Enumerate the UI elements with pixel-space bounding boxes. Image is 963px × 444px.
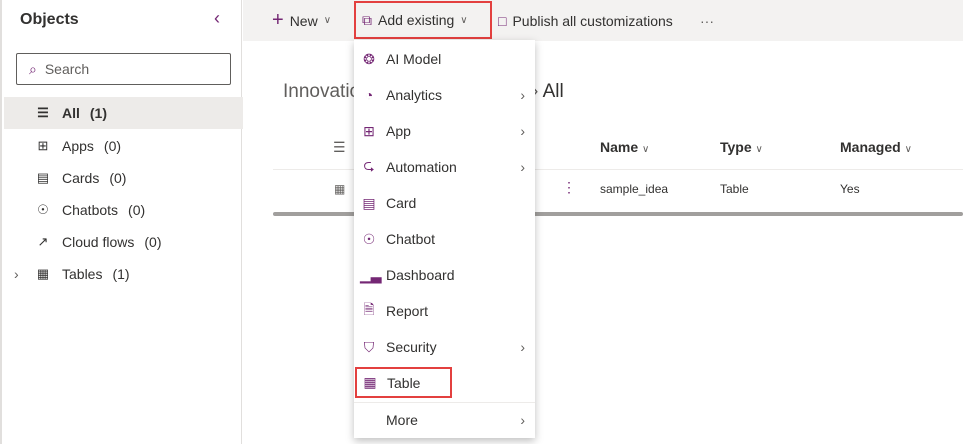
chevron-down-icon: ∨ xyxy=(323,15,332,26)
sidebar-item-tables[interactable]: › ▦ Tables (1) xyxy=(4,258,243,290)
cell-managed: Yes xyxy=(840,182,860,196)
sidebar-item-all[interactable]: ☰ All (1) xyxy=(4,97,243,129)
chevron-right-icon: › xyxy=(520,412,525,428)
plus-icon: + xyxy=(272,9,284,31)
chevron-right-icon: › xyxy=(520,123,525,139)
breadcrumb-solution[interactable]: Innovatio xyxy=(283,81,360,103)
menu-item-table[interactable]: ▦ Table xyxy=(355,367,452,398)
card-icon: ▤ xyxy=(362,194,376,211)
menu-item-report[interactable]: 🗎 Report xyxy=(354,293,535,329)
publish-button[interactable]: □ Publish all customizations xyxy=(498,0,673,41)
expand-chevron-icon[interactable]: › xyxy=(14,266,19,282)
sidebar-item-cards[interactable]: ▤ Cards (0) xyxy=(4,162,243,194)
menu-item-automation[interactable]: ⮎ Automation › xyxy=(354,149,535,185)
table-icon: ▦ xyxy=(36,266,50,281)
sidebar-item-cloud-flows[interactable]: ↗ Cloud flows (0) xyxy=(4,226,243,258)
column-header-managed[interactable]: Managed ∨ xyxy=(840,139,912,155)
table-icon: ▦ xyxy=(363,374,377,390)
chatbot-icon: ☉ xyxy=(37,202,49,217)
menu-item-card[interactable]: ▤ Card xyxy=(354,185,535,221)
objects-sidebar: Objects ‹ ⌕ Search ☰ All (1) ⊞ Apps (0) ▤ Card… xyxy=(0,0,243,444)
add-existing-button[interactable]: ⧉ Add existing ∨ xyxy=(354,1,492,39)
column-header-type[interactable]: Type ∨ xyxy=(720,139,763,155)
chevron-right-icon: › xyxy=(520,159,525,175)
menu-item-app[interactable]: ⊞ App › xyxy=(354,113,535,149)
chatbot-icon: ☉ xyxy=(362,230,376,247)
apps-icon: ⊞ xyxy=(37,138,49,153)
analytics-icon: ◔ xyxy=(364,87,374,103)
table-row-icon: ▦ xyxy=(334,182,346,196)
menu-item-dashboard[interactable]: ▁▃ Dashboard xyxy=(354,257,535,293)
sidebar-item-chatbots[interactable]: ☉ Chatbots (0) xyxy=(4,194,243,226)
more-commands-button[interactable]: ··· xyxy=(700,0,714,41)
card-icon: ▤ xyxy=(36,170,50,185)
flow-icon: ⮎ xyxy=(363,157,375,173)
sidebar-item-apps[interactable]: ⊞ Apps (0) xyxy=(4,130,243,162)
menu-item-analytics[interactable]: ◔ Analytics › xyxy=(354,77,535,113)
add-existing-icon: ⧉ xyxy=(362,11,372,28)
publish-icon: □ xyxy=(498,12,507,29)
search-icon: ⌕ xyxy=(29,60,37,77)
list-icon: ☰ xyxy=(37,105,49,120)
menu-item-security[interactable]: ⛉ Security › xyxy=(354,329,535,365)
new-button[interactable]: + New ∨ xyxy=(272,0,331,41)
search-placeholder: Search xyxy=(44,61,90,77)
cell-name[interactable]: sample_idea xyxy=(600,182,668,196)
dashboard-icon: ▁▃ xyxy=(360,266,382,283)
add-existing-menu: ❂ AI Model ◔ Analytics › ⊞ App › ⮎ Automation ›… xyxy=(354,40,535,438)
search-input[interactable]: ⌕ Search xyxy=(16,53,231,85)
shield-icon: ⛉ xyxy=(363,338,375,355)
chevron-right-icon: › xyxy=(520,87,525,103)
column-options-icon[interactable]: ☰ xyxy=(333,139,346,156)
brain-icon: ❂ xyxy=(363,50,375,67)
menu-item-chatbot[interactable]: ☉ Chatbot xyxy=(354,221,535,257)
collapse-chevron-icon[interactable]: ‹ xyxy=(214,8,220,29)
flow-icon: ↗ xyxy=(37,234,49,249)
menu-item-ai-model[interactable]: ❂ AI Model xyxy=(354,41,535,77)
apps-icon: ⊞ xyxy=(363,122,375,139)
chevron-down-icon: ∨ xyxy=(460,14,468,26)
breadcrumb-current: › All xyxy=(532,81,564,102)
sidebar-title: Objects xyxy=(20,11,79,28)
row-more-icon[interactable]: ⋮ xyxy=(562,179,576,196)
cell-type: Table xyxy=(720,182,749,196)
menu-item-more[interactable]: More › xyxy=(354,402,535,438)
report-icon: 🗎 xyxy=(363,301,375,317)
chevron-right-icon: › xyxy=(520,339,525,355)
column-header-name[interactable]: Name ∨ xyxy=(600,139,649,155)
